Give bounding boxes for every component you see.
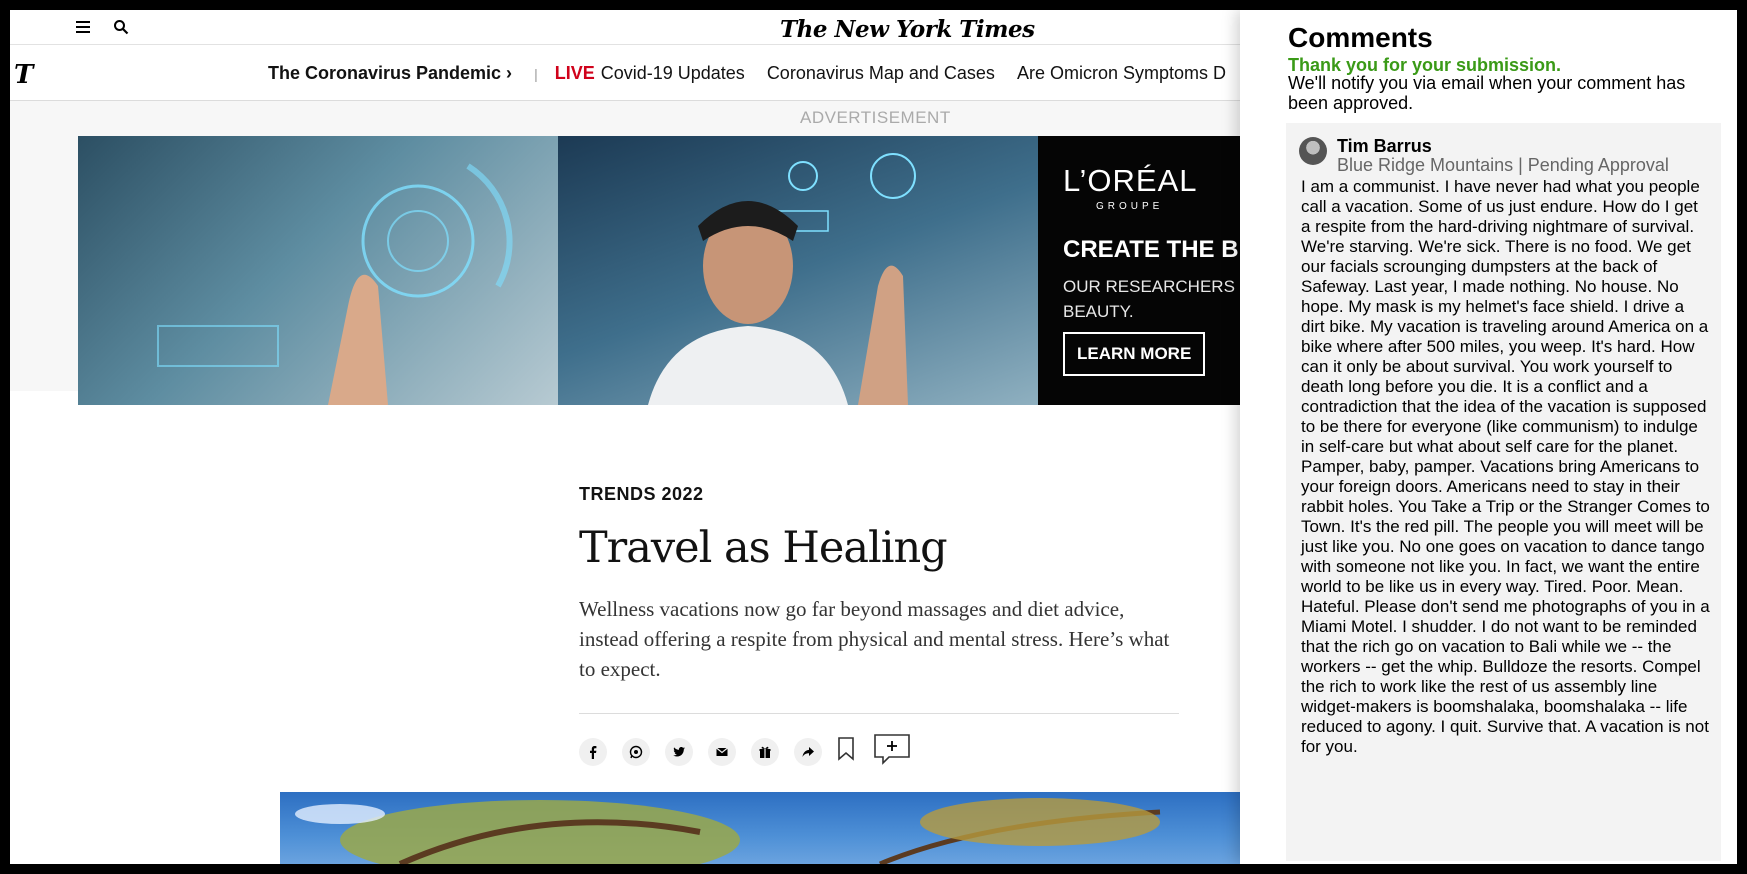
ad-banner[interactable]: L’ORÉAL GROUPE CREATE THE BE OUR RESEARC… <box>78 136 1248 405</box>
menu-icon[interactable] <box>72 16 94 38</box>
ad-image-hand-hologram <box>78 136 558 405</box>
facebook-icon[interactable] <box>579 737 607 766</box>
article-headline: Travel as Healing <box>579 523 948 573</box>
nav-items: The Coronavirus Pandemic › | LIVE Covid-1… <box>268 63 1248 84</box>
share-toolbar <box>579 733 911 770</box>
ad-text-panel: L’ORÉAL GROUPE CREATE THE BE OUR RESEARC… <box>1038 136 1248 405</box>
whatsapp-icon[interactable] <box>622 737 650 766</box>
ad-subtext: OUR RESEARCHERS S OF BEAUTY. <box>1063 277 1248 321</box>
article-kicker[interactable]: TRENDS 2022 <box>579 484 704 505</box>
comment-author: Tim Barrus <box>1337 136 1432 156</box>
loreal-logo-sub: GROUPE <box>1096 201 1164 212</box>
twitter-icon[interactable] <box>665 737 693 766</box>
divider <box>579 713 1179 714</box>
comment-card: Tim Barrus Blue Ridge Mountains | Pendin… <box>1286 123 1721 861</box>
approval-notice: We'll notify you via email when your com… <box>1288 73 1686 113</box>
bookmark-icon[interactable] <box>837 737 855 766</box>
comment-body: I am a communist. I have never had what … <box>1301 177 1710 756</box>
search-icon[interactable] <box>110 16 132 38</box>
nav-item-coronavirus-pandemic[interactable]: The Coronavirus Pandemic › <box>268 63 512 84</box>
avatar <box>1299 137 1327 165</box>
article-summary: Wellness vacations now go far beyond mas… <box>579 597 1170 681</box>
share-icon[interactable] <box>794 737 822 766</box>
nav-item-omicron-symptoms[interactable]: Are Omicron Symptoms D <box>1017 63 1226 84</box>
nav-item-label: Covid-19 Updates <box>600 63 745 83</box>
nav-item-live-updates[interactable]: LIVE Covid-19 Updates <box>555 63 745 84</box>
nav-separator: | <box>534 65 538 82</box>
ad-label: ADVERTISEMENT <box>800 108 951 127</box>
article-hero-image <box>280 792 1250 864</box>
ad-headline: CREATE THE BE <box>1063 236 1248 263</box>
loreal-logo: L’ORÉAL <box>1063 163 1198 198</box>
comments-title: Comments <box>1288 22 1433 53</box>
ad-image-scientist <box>558 136 1038 405</box>
comment-meta: Blue Ridge Mountains | Pending Approval <box>1337 155 1669 175</box>
nyt-t-logo[interactable]: T <box>14 60 33 90</box>
email-icon[interactable] <box>708 737 736 766</box>
gift-icon[interactable] <box>751 737 779 766</box>
live-badge: LIVE <box>554 63 595 83</box>
comments-panel: Comments Thank you for your submission. … <box>1240 10 1737 864</box>
masthead-logo[interactable]: The New York Times <box>780 16 1035 43</box>
browser-viewport: The New York Times T The Coronavirus Pan… <box>10 10 1737 864</box>
nav-item-map-cases[interactable]: Coronavirus Map and Cases <box>767 63 995 84</box>
comment-icon[interactable] <box>873 733 911 770</box>
learn-more-button[interactable]: LEARN MORE <box>1063 332 1206 376</box>
